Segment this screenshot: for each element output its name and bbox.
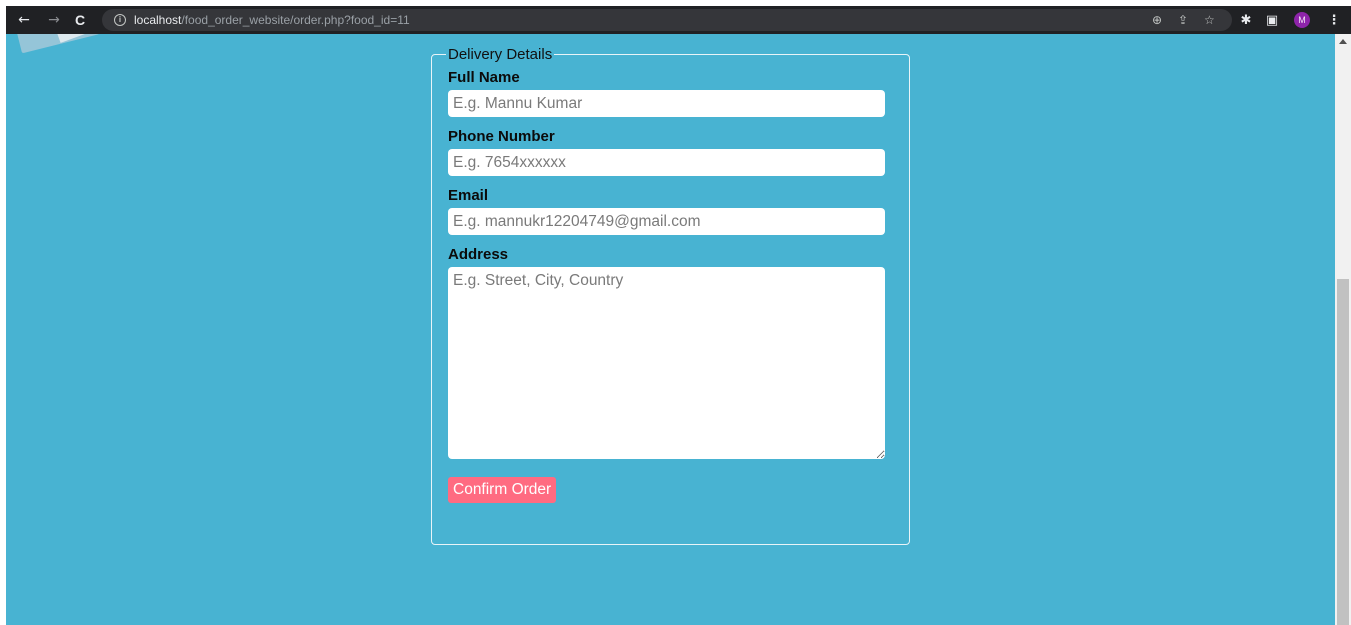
reload-icon[interactable]: C <box>70 10 90 30</box>
address-bar[interactable]: i localhost/food_order_website/order.php… <box>102 9 1232 31</box>
info-icon[interactable]: i <box>114 14 126 26</box>
vertical-scrollbar[interactable] <box>1335 34 1351 625</box>
browser-menu-icon[interactable]: ⋮ <box>1324 10 1344 30</box>
address-textarea[interactable] <box>448 267 885 459</box>
phone-number-label: Phone Number <box>448 128 555 145</box>
confirm-order-button[interactable]: Confirm Order <box>448 477 557 503</box>
scroll-up-arrow-icon[interactable] <box>1339 39 1347 44</box>
zoom-icon[interactable]: ⊕ <box>1152 9 1162 31</box>
delivery-details-fieldset: Delivery Details Full Name Phone Number … <box>431 46 910 545</box>
delivery-details-legend: Delivery Details <box>448 46 553 63</box>
full-name-label: Full Name <box>448 69 520 86</box>
email-input[interactable] <box>448 208 885 235</box>
extensions-puzzle-icon[interactable]: ✱ <box>1236 10 1256 30</box>
phone-number-input[interactable] <box>448 149 885 176</box>
scrollbar-thumb[interactable] <box>1337 279 1349 625</box>
browser-toolbar: ← → C i localhost/food_order_website/ord… <box>6 6 1351 34</box>
bookmark-star-icon[interactable]: ☆ <box>1204 9 1215 31</box>
forward-arrow-icon[interactable]: → <box>44 10 64 30</box>
url-path: /food_order_website/order.php?food_id=11 <box>181 13 410 27</box>
email-label: Email <box>448 187 489 204</box>
side-panel-icon[interactable]: ▣ <box>1262 10 1282 30</box>
url-host: localhost <box>134 13 182 27</box>
back-arrow-icon[interactable]: ← <box>14 10 34 30</box>
share-icon[interactable]: ⇪ <box>1178 9 1188 31</box>
profile-avatar[interactable]: M <box>1294 12 1310 28</box>
page-content: Delivery Details Full Name Phone Number … <box>6 34 1335 625</box>
address-label: Address <box>448 246 509 263</box>
url-text: localhost/food_order_website/order.php?f… <box>134 9 410 31</box>
full-name-input[interactable] <box>448 90 885 117</box>
